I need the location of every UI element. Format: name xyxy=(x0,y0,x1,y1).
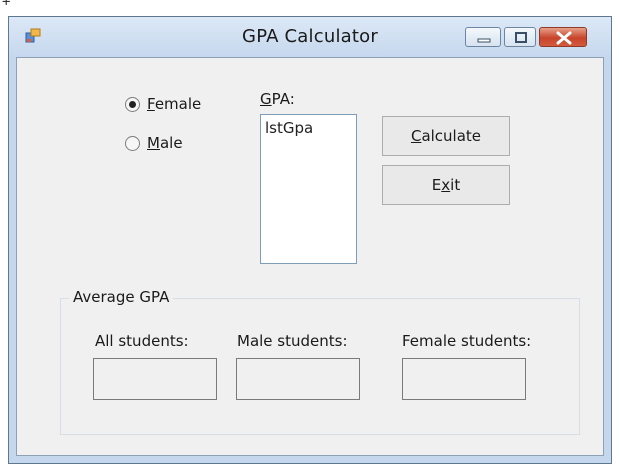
male-students-textbox[interactable] xyxy=(236,358,360,400)
male-radio-circle[interactable] xyxy=(125,135,140,151)
gpa-calculator-window: GPA Calculator Female Male GPA: lstGpa C… xyxy=(8,16,612,464)
title-bar[interactable]: GPA Calculator xyxy=(9,17,611,57)
female-students-label: Female students: xyxy=(402,332,532,350)
close-button[interactable] xyxy=(539,27,587,47)
corner-plus-mark: + xyxy=(2,0,11,10)
male-radio-label: Male xyxy=(147,134,183,152)
average-gpa-title: Average GPA xyxy=(69,288,174,306)
calculate-button[interactable]: Calculate xyxy=(382,116,510,156)
female-radio[interactable]: Female xyxy=(125,95,201,113)
all-students-label: All students: xyxy=(95,332,189,350)
client-area: Female Male GPA: lstGpa Calculate Exit A… xyxy=(16,57,604,456)
minimize-button[interactable] xyxy=(465,27,501,47)
male-students-label: Male students: xyxy=(237,332,348,350)
female-students-textbox[interactable] xyxy=(402,358,526,400)
female-radio-label: Female xyxy=(147,95,202,113)
male-radio[interactable]: Male xyxy=(125,134,183,152)
maximize-button[interactable] xyxy=(504,27,536,47)
maximize-icon xyxy=(515,32,527,43)
all-students-textbox[interactable] xyxy=(93,358,217,400)
calculate-button-label: Calculate xyxy=(410,127,482,145)
female-radio-circle[interactable] xyxy=(125,96,140,112)
exit-button[interactable]: Exit xyxy=(382,165,510,205)
minimize-icon xyxy=(477,38,491,43)
radio-selected-dot xyxy=(129,100,136,108)
gpa-listbox[interactable]: lstGpa xyxy=(260,114,357,264)
close-icon xyxy=(556,31,572,45)
exit-button-label: Exit xyxy=(431,176,461,194)
listbox-item[interactable]: lstGpa xyxy=(265,119,352,137)
gpa-label: GPA: xyxy=(260,90,295,108)
